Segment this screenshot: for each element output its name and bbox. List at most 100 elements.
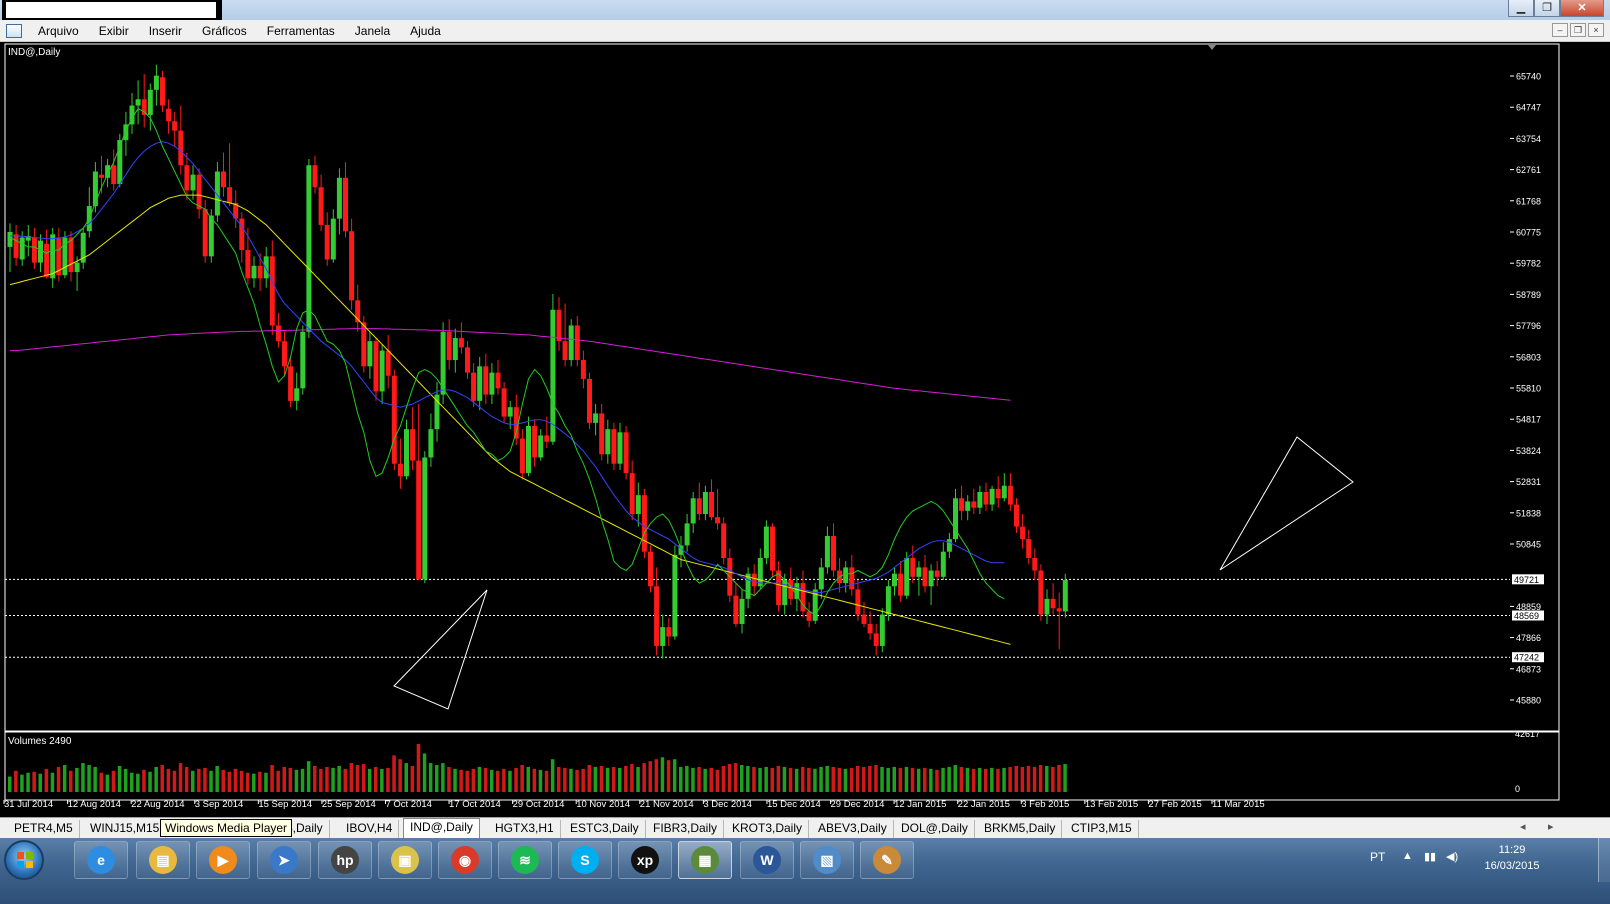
candle-body bbox=[587, 378, 592, 423]
candle-body bbox=[1020, 526, 1026, 540]
language-indicator[interactable]: PT bbox=[1370, 850, 1385, 864]
clock[interactable]: 11:29 16/03/2015 bbox=[1472, 842, 1552, 874]
volume-bar bbox=[117, 765, 122, 792]
taskbar-button[interactable]: ✎ bbox=[860, 841, 914, 879]
volume-bar bbox=[935, 769, 939, 792]
taskbar-button[interactable]: xp bbox=[618, 841, 672, 879]
tab-hgtx3[interactable]: HGTX3,H1 bbox=[489, 820, 561, 838]
tab-winj15[interactable]: WINJ15,M15 bbox=[84, 820, 167, 838]
candle-body bbox=[221, 171, 226, 188]
tab-krot3[interactable]: KROT3,Daily bbox=[726, 820, 810, 838]
taskbar-button[interactable]: ◉ bbox=[438, 841, 492, 879]
taskbar-button[interactable]: S bbox=[558, 841, 612, 879]
candle-body bbox=[831, 535, 836, 571]
date-tick-label: 27 Feb 2015 bbox=[1148, 799, 1201, 810]
candle-body bbox=[178, 130, 184, 166]
volume-bar bbox=[465, 770, 469, 792]
candle-body bbox=[989, 488, 995, 505]
taskbar-button[interactable]: ▣ bbox=[378, 841, 432, 879]
tab-scroll-left-icon[interactable]: ◂ bbox=[1520, 820, 1526, 833]
paint-icon: ✎ bbox=[873, 846, 901, 874]
candle-body bbox=[1062, 579, 1068, 612]
candle-body bbox=[763, 526, 769, 558]
volume-bar bbox=[331, 767, 335, 792]
tab-petr4[interactable]: PETR4,M5 bbox=[8, 820, 80, 838]
tray-expand-icon[interactable]: ▲ bbox=[1402, 850, 1413, 862]
volume-bar bbox=[270, 765, 274, 792]
mdi-restore-button[interactable]: ❐ bbox=[1570, 23, 1586, 37]
volume-bar bbox=[471, 768, 476, 792]
taskbar-button[interactable]: ▤ bbox=[136, 841, 190, 879]
candle-body bbox=[757, 557, 763, 587]
candle-body bbox=[31, 237, 37, 263]
close-button[interactable]: ✕ bbox=[1560, 0, 1604, 17]
taskbar-button[interactable]: ➤ bbox=[257, 841, 311, 879]
taskbar-button[interactable]: ≋ bbox=[498, 841, 552, 879]
tab-fibr3[interactable]: FIBR3,Daily bbox=[647, 820, 725, 838]
price-tick-label: 61768 bbox=[1516, 196, 1541, 206]
moving-averages bbox=[9, 108, 1011, 645]
volume-bar bbox=[862, 766, 866, 792]
taskbar-button[interactable]: W bbox=[740, 841, 794, 879]
candle-body bbox=[190, 174, 196, 191]
volume-bar bbox=[611, 766, 616, 792]
price-tick-label: 47866 bbox=[1516, 633, 1541, 643]
taskbar-button[interactable]: hp bbox=[318, 841, 372, 879]
date-tick-label: 3 Feb 2015 bbox=[1021, 799, 1069, 810]
menu-graficos[interactable]: Gráficos bbox=[192, 20, 257, 42]
tab-scroll-right-icon[interactable]: ▸ bbox=[1548, 820, 1554, 833]
tab-dol[interactable]: DOL@,Daily bbox=[895, 820, 975, 838]
tab-ctip3[interactable]: CTIP3,M15 bbox=[1065, 820, 1139, 838]
app-chart-icon[interactable] bbox=[6, 23, 22, 38]
candle-body bbox=[733, 595, 739, 624]
taskbar-button[interactable]: ▧ bbox=[800, 841, 854, 879]
volume-bar bbox=[831, 766, 835, 792]
menu-inserir[interactable]: Inserir bbox=[139, 20, 192, 42]
start-button[interactable] bbox=[4, 840, 44, 880]
volume-bar bbox=[99, 772, 103, 792]
tab-estc3[interactable]: ESTC3,Daily bbox=[564, 820, 646, 838]
mdi-minimize-button[interactable]: – bbox=[1552, 23, 1568, 37]
volume-bar bbox=[965, 767, 970, 792]
tab-brkm5[interactable]: BRKM5,Daily bbox=[978, 820, 1063, 838]
triangle-drawing-right[interactable] bbox=[1219, 436, 1354, 571]
candle-body bbox=[751, 573, 757, 587]
candle-body bbox=[202, 209, 208, 257]
menu-ajuda[interactable]: Ajuda bbox=[400, 20, 451, 42]
minimize-button[interactable]: ▁ bbox=[1508, 0, 1534, 17]
triangle-drawing-left[interactable] bbox=[393, 589, 488, 710]
chart-window[interactable]: IND@,Daily Volumes 2490 49721 48569 47242 … bbox=[0, 42, 1610, 817]
volume-bar bbox=[44, 768, 49, 792]
volume-bar bbox=[575, 769, 579, 792]
restore-button[interactable]: ❐ bbox=[1534, 0, 1560, 17]
volume-bar bbox=[581, 768, 585, 792]
horizontal-lines[interactable]: 49721 48569 47242 bbox=[5, 574, 1544, 663]
taskbar-button[interactable]: e bbox=[74, 841, 128, 879]
skype-icon: S bbox=[571, 846, 599, 874]
candle-body bbox=[1014, 504, 1019, 527]
mdi-close-button[interactable]: × bbox=[1588, 23, 1604, 37]
tab-ibov[interactable]: IBOV,H4 bbox=[340, 820, 400, 838]
price-tick-label: 62761 bbox=[1516, 165, 1541, 175]
taskbar-button[interactable]: ▶ bbox=[196, 841, 250, 879]
volume-bar bbox=[203, 767, 207, 792]
price-tick-label: 51838 bbox=[1516, 508, 1541, 518]
network-icon[interactable]: ▮▮ bbox=[1424, 850, 1436, 863]
show-desktop-button[interactable] bbox=[1598, 838, 1610, 882]
candle-body bbox=[660, 627, 666, 646]
taskbar-button[interactable]: ▦ bbox=[678, 841, 732, 879]
volume-bar bbox=[282, 766, 286, 792]
menu-ferramentas[interactable]: Ferramentas bbox=[257, 20, 345, 42]
volume-icon[interactable]: ◀) bbox=[1446, 850, 1458, 863]
candle-body bbox=[416, 460, 422, 580]
volume-bar bbox=[160, 765, 164, 792]
menu-arquivo[interactable]: Arquivo bbox=[28, 20, 89, 42]
menu-exibir[interactable]: Exibir bbox=[89, 20, 139, 42]
tab-ind[interactable]: IND@,Daily bbox=[403, 818, 480, 838]
price-chart[interactable]: IND@,Daily Volumes 2490 497214856947242 … bbox=[0, 42, 1610, 817]
volume-bar bbox=[593, 766, 598, 792]
tab-abev3[interactable]: ABEV3,Daily bbox=[812, 820, 894, 838]
menu-janela[interactable]: Janela bbox=[345, 20, 400, 42]
candle-body bbox=[635, 495, 641, 514]
chart-shift-marker[interactable] bbox=[1208, 45, 1216, 50]
